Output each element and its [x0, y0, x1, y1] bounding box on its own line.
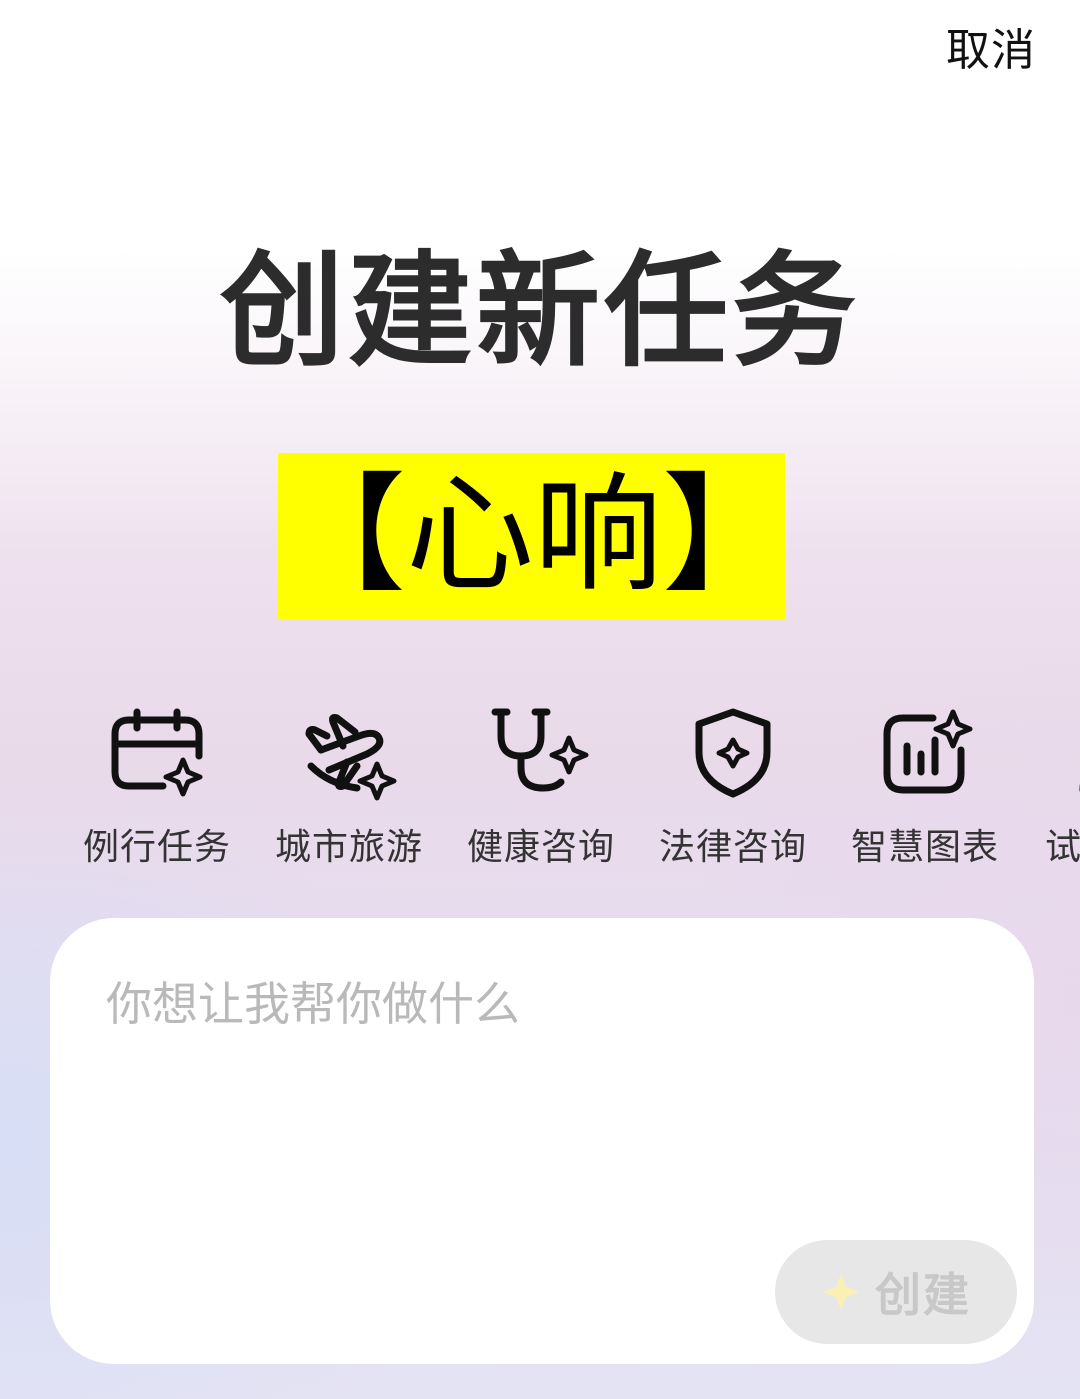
category-routine-task[interactable]: 例行任务 [77, 700, 237, 880]
category-label: 试 [1045, 827, 1080, 868]
plane-sparkle-icon [299, 706, 399, 802]
shield-sparkle-icon [683, 706, 783, 802]
app-name-label: 【心响】 [278, 461, 791, 610]
category-label: 法律咨询 [658, 827, 807, 868]
category-label: 城市旅游 [274, 827, 423, 868]
category-partial[interactable]: 试 [1037, 700, 1080, 880]
app-name-banner: 【心响】 [278, 453, 791, 619]
page-title: 创建新任务 [219, 240, 860, 384]
category-label: 健康咨询 [466, 827, 615, 868]
task-input-card: 创建 [50, 918, 1034, 1364]
person-icon [1067, 706, 1080, 802]
sparkle-icon [823, 1274, 859, 1310]
category-label: 智慧图表 [850, 827, 999, 868]
create-button-label: 创建 [875, 1268, 971, 1322]
cancel-button[interactable]: 取消 [946, 14, 1036, 78]
task-input[interactable] [106, 974, 966, 1034]
category-legal-consult[interactable]: 法律咨询 [653, 700, 813, 880]
calendar-sparkle-icon [107, 706, 207, 802]
category-city-travel[interactable]: 城市旅游 [269, 700, 429, 880]
category-health-consult[interactable]: 健康咨询 [461, 700, 621, 880]
create-button[interactable]: 创建 [775, 1240, 1017, 1344]
stethoscope-sparkle-icon [491, 706, 591, 802]
chart-sparkle-icon [875, 706, 975, 802]
category-smart-charts[interactable]: 智慧图表 [845, 700, 1005, 880]
category-shortcuts: 例行任务 城市旅游 健康咨询 法律咨询 智慧图表 试 [0, 700, 1080, 880]
category-label: 例行任务 [82, 827, 231, 868]
